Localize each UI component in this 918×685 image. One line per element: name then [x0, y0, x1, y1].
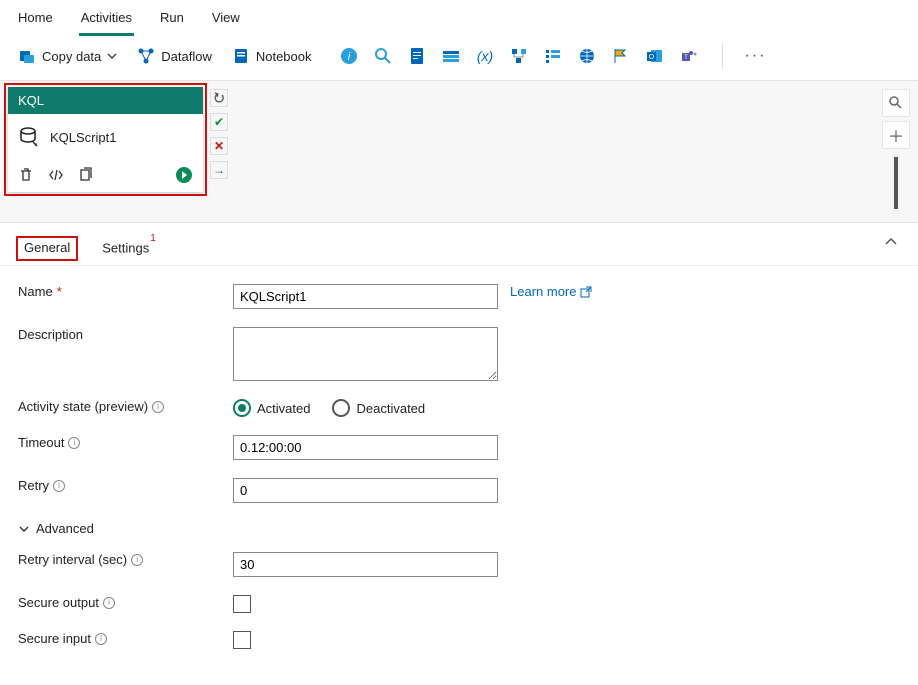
dataflow-button[interactable]: Dataflow — [129, 42, 220, 70]
tab-activities[interactable]: Activities — [79, 8, 134, 36]
info-icon[interactable]: i — [53, 480, 65, 492]
activity-name: KQLScript1 — [50, 130, 116, 145]
activity-card-header: KQL — [8, 87, 203, 114]
secure-output-label: Secure output i — [18, 595, 233, 610]
description-label: Description — [18, 327, 233, 342]
dataflow-label: Dataflow — [161, 49, 212, 64]
details-tab-bar: General Settings1 — [0, 223, 918, 266]
activity-card[interactable]: KQL KQLScript1 — [8, 87, 203, 192]
toolbar-separator — [722, 44, 723, 68]
database-icon — [18, 126, 40, 148]
general-form: Name * Learn more Description Activity s… — [0, 266, 918, 685]
pipeline-icon[interactable] — [510, 47, 528, 65]
retry-interval-input[interactable] — [233, 552, 498, 577]
canvas-add-button[interactable]: ＋ — [882, 121, 910, 149]
retry-input[interactable] — [233, 478, 498, 503]
activity-side-icons: ✔ ✕ → — [210, 89, 228, 179]
secure-input-checkbox[interactable] — [233, 631, 251, 649]
info-icon[interactable]: i — [131, 554, 143, 566]
canvas-search-button[interactable] — [882, 89, 910, 117]
canvas-zoom-bar[interactable] — [894, 157, 898, 209]
notebook-button[interactable]: Notebook — [224, 42, 320, 70]
info-icon[interactable]: i — [152, 401, 164, 413]
copy-data-button[interactable]: Copy data — [10, 42, 125, 70]
tab-settings[interactable]: Settings1 — [96, 235, 161, 265]
retry-label: Retry i — [18, 478, 233, 493]
teams-icon[interactable]: T — [680, 47, 698, 65]
copy-data-icon — [18, 47, 36, 65]
copy-icon[interactable] — [78, 167, 94, 183]
skip-icon[interactable]: → — [210, 161, 228, 179]
advanced-toggle[interactable]: Advanced — [18, 521, 900, 536]
error-icon[interactable]: ✕ — [210, 137, 228, 155]
flag-icon[interactable] — [612, 47, 630, 65]
retry-interval-label: Retry interval (sec) i — [18, 552, 233, 567]
notebook-icon — [232, 47, 250, 65]
chevron-down-icon — [18, 523, 30, 535]
table-icon[interactable] — [442, 47, 460, 65]
more-icon[interactable]: ··· — [747, 47, 765, 65]
name-label: Name * — [18, 284, 233, 299]
svg-text:(x): (x) — [476, 48, 492, 64]
learn-more-link[interactable]: Learn more — [510, 284, 592, 299]
list-icon[interactable] — [544, 47, 562, 65]
undo-icon[interactable] — [210, 89, 228, 107]
secure-input-label: Secure input i — [18, 631, 233, 646]
tab-settings-badge: 1 — [150, 233, 156, 244]
description-input[interactable] — [233, 327, 498, 381]
tab-home[interactable]: Home — [16, 8, 55, 36]
variable-icon[interactable]: (x) — [476, 47, 494, 65]
svg-text:T: T — [684, 55, 688, 61]
script-icon[interactable] — [408, 47, 426, 65]
timeout-label: Timeout i — [18, 435, 233, 450]
info-icon[interactable]: i — [340, 47, 358, 65]
tab-run[interactable]: Run — [158, 8, 186, 36]
activated-radio[interactable]: Activated — [233, 399, 310, 417]
activity-card-highlight: KQL KQLScript1 — [4, 83, 207, 196]
external-link-icon — [580, 286, 592, 298]
notebook-label: Notebook — [256, 49, 312, 64]
pipeline-canvas[interactable]: KQL KQLScript1 ✔ ✕ → ＋ — [0, 81, 918, 223]
name-input[interactable] — [233, 284, 498, 309]
copy-data-label: Copy data — [42, 49, 101, 64]
dataflow-icon — [137, 47, 155, 65]
delete-icon[interactable] — [18, 167, 34, 183]
timeout-input[interactable] — [233, 435, 498, 460]
info-icon[interactable]: i — [68, 437, 80, 449]
info-icon[interactable]: i — [103, 597, 115, 609]
activity-state-label: Activity state (preview) i — [18, 399, 233, 414]
deactivated-radio[interactable]: Deactivated — [332, 399, 425, 417]
info-icon[interactable]: i — [95, 633, 107, 645]
tab-settings-label: Settings — [102, 240, 149, 255]
search-icon[interactable] — [374, 47, 392, 65]
advanced-label: Advanced — [36, 521, 94, 536]
tab-view[interactable]: View — [210, 8, 242, 36]
chevron-down-icon — [107, 53, 117, 59]
secure-output-checkbox[interactable] — [233, 595, 251, 613]
svg-text:O: O — [648, 54, 654, 61]
top-tab-bar: Home Activities Run View — [0, 0, 918, 36]
run-icon[interactable] — [175, 166, 193, 184]
globe-icon[interactable] — [578, 47, 596, 65]
outlook-icon[interactable]: O — [646, 47, 664, 65]
tab-general[interactable]: General — [16, 236, 78, 261]
code-icon[interactable] — [48, 167, 64, 183]
success-icon[interactable]: ✔ — [210, 113, 228, 131]
learn-more-label: Learn more — [510, 284, 576, 299]
collapse-panel-icon[interactable] — [884, 237, 898, 247]
toolbar: Copy data Dataflow Notebook i (x) O T ··… — [0, 36, 918, 81]
